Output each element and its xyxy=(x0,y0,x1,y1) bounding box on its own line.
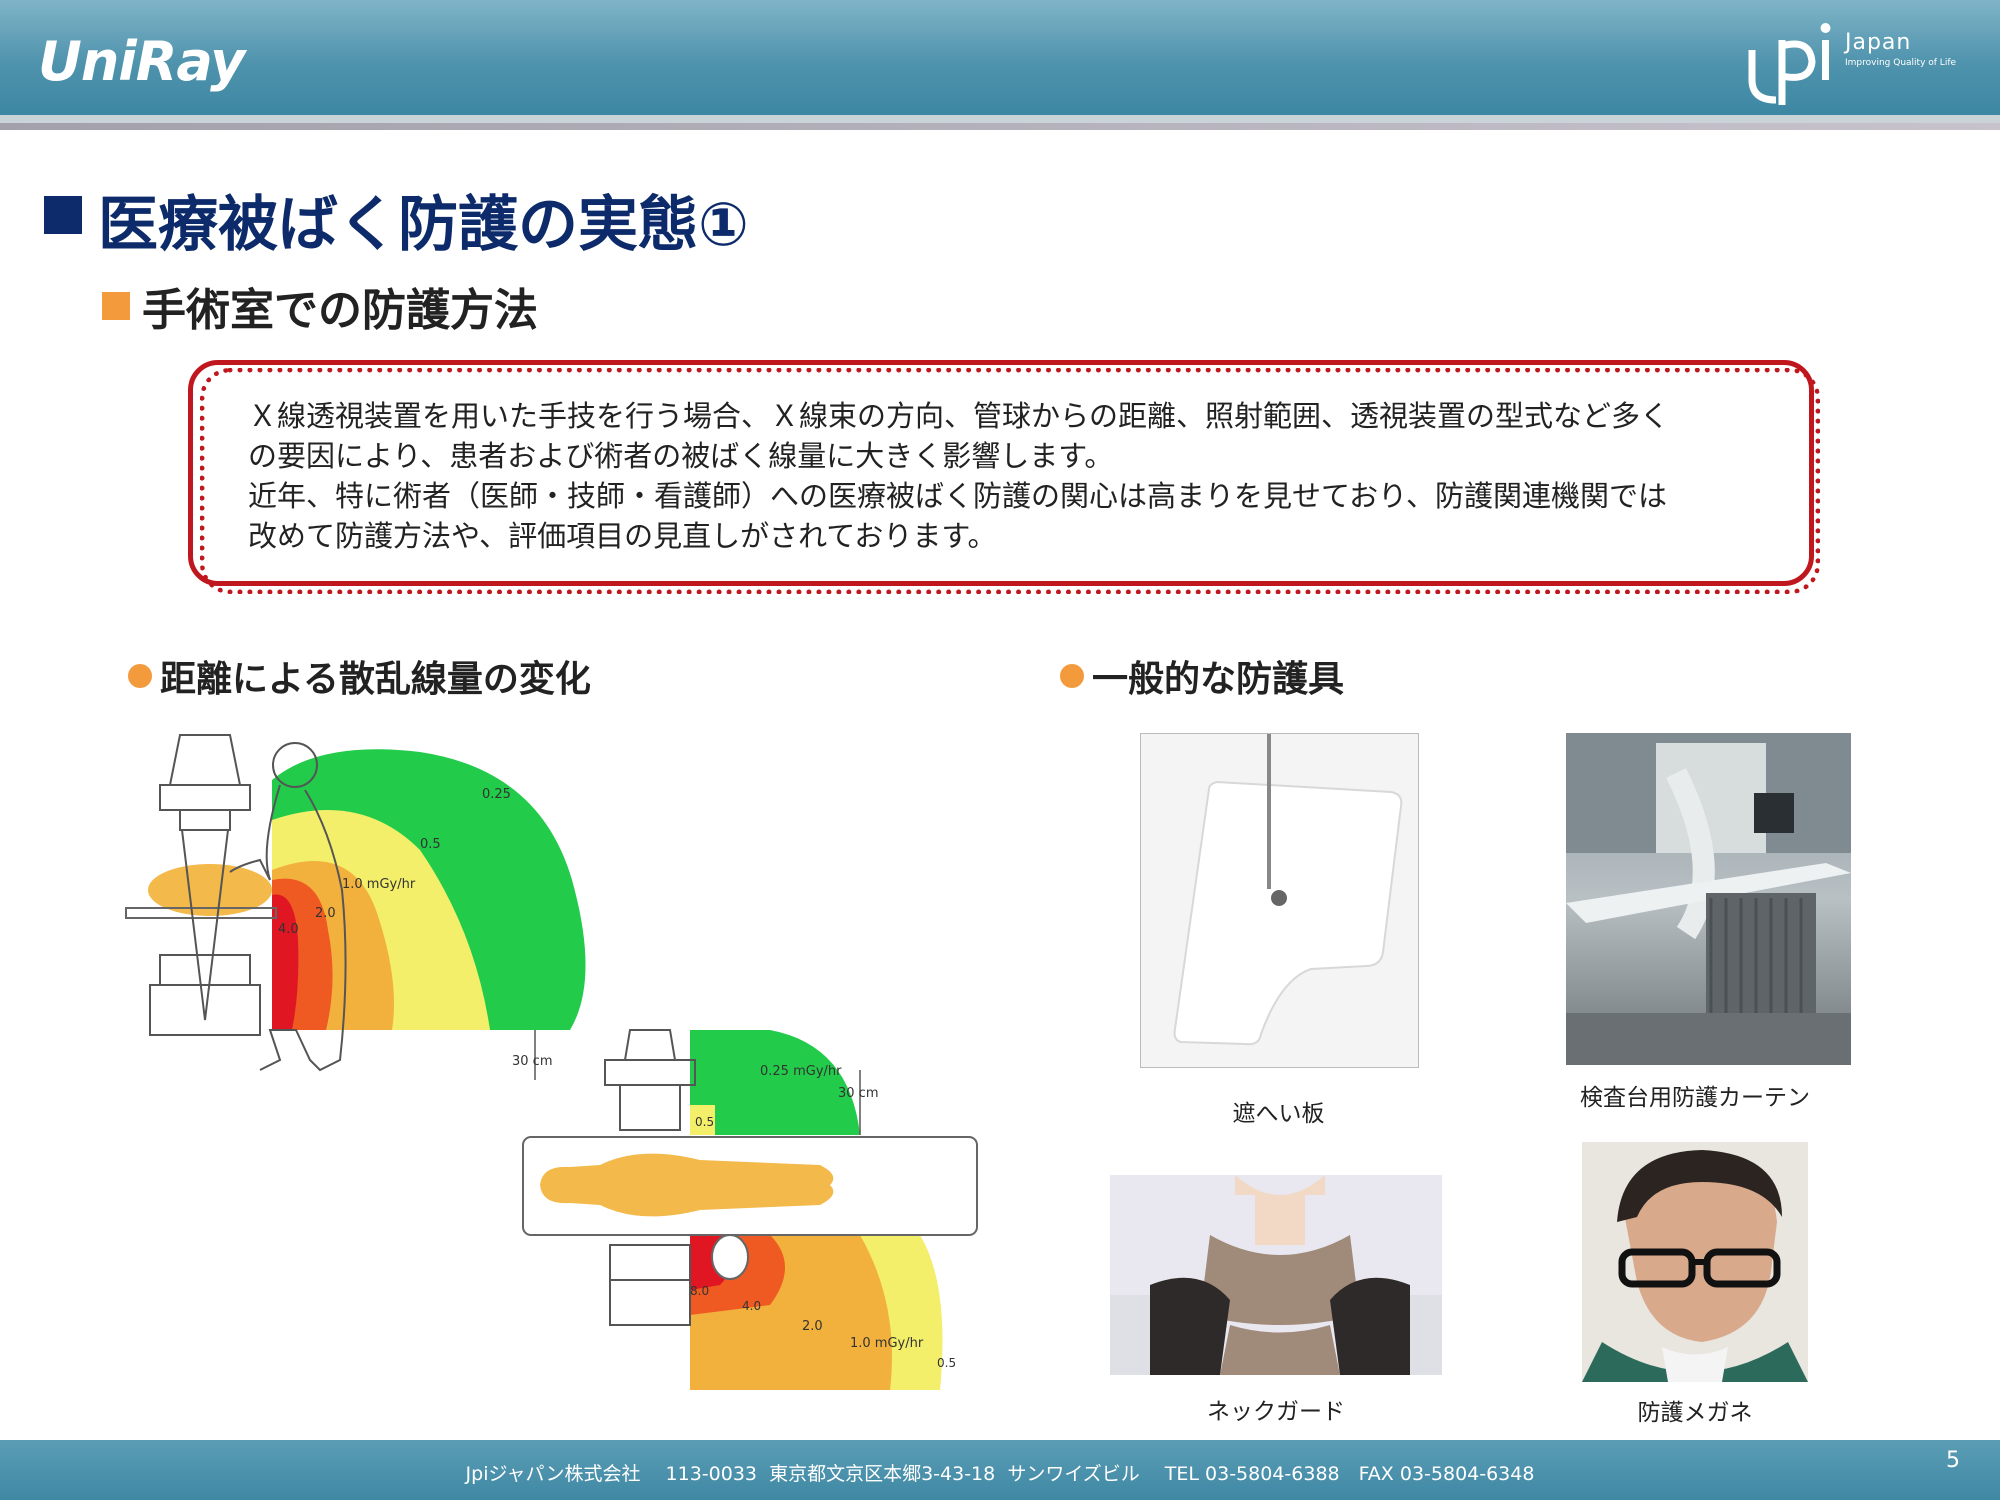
neck-guard-photo xyxy=(1110,1175,1442,1375)
callout-line: Ｘ線透視装置を用いた手技を行う場合、Ｘ線束の方向、管球からの距離、照射範囲、透視… xyxy=(248,399,1670,433)
label-top-0-5: 0.5 xyxy=(695,1115,714,1129)
jpi-logo-tagline: Improving Quality of Life xyxy=(1845,58,1957,68)
label-top-4-0: 4.0 xyxy=(742,1299,761,1313)
label-0-25: 0.25 xyxy=(482,787,511,802)
caption-neck-guard: ネックガード xyxy=(1207,1399,1345,1425)
protective-glasses-photo xyxy=(1582,1142,1808,1382)
label-top-2-0: 2.0 xyxy=(802,1319,823,1334)
label-2-0: 2.0 xyxy=(315,906,336,921)
title-square-bullet xyxy=(44,196,82,234)
label-1-0: 1.0 mGy/hr xyxy=(342,877,416,892)
label-top-0-5b: 0.5 xyxy=(937,1356,956,1370)
jpi-logo-word: Japan xyxy=(1845,30,1912,55)
header-stripe xyxy=(0,115,2000,123)
page-number: 5 xyxy=(1946,1448,1960,1473)
caption-shield-board: 遮へい板 xyxy=(1232,1101,1325,1127)
label-top-1-0: 1.0 mGy/hr xyxy=(850,1336,924,1351)
header-bar xyxy=(0,0,2000,115)
callout-line: 改めて防護方法や、評価項目の見直しがされております。 xyxy=(248,519,997,553)
label-4-0: 4.0 xyxy=(278,922,299,937)
callout-text: Ｘ線透視装置を用いた手技を行う場合、Ｘ線束の方向、管球からの距離、照射範囲、透視… xyxy=(248,396,1768,556)
section-title-scatter: 距離による散乱線量の変化 xyxy=(160,659,591,700)
head-icon xyxy=(711,1234,749,1280)
callout-line: の要因により、患者および術者の被ばく線量に大きく影響します。 xyxy=(248,439,1114,473)
zone-top-0-25 xyxy=(690,1030,860,1135)
subtitle-square-bullet xyxy=(102,292,130,320)
caption-table-curtain: 検査台用防護カーテン xyxy=(1580,1085,1810,1111)
page-title: 医療被ばく防護の実態① xyxy=(98,190,749,260)
section-bullet xyxy=(128,664,152,688)
label-0-5: 0.5 xyxy=(420,837,441,852)
section-bullet xyxy=(1060,664,1084,688)
page-subtitle: 手術室での防護方法 xyxy=(142,285,538,336)
footer-contact-text: Jpiジャパン株式会社 113-0033 東京都文京区本郷3-43-18 サンワ… xyxy=(465,1463,1535,1485)
callout-line: 近年、特に術者（医師・技師・看護師）への医療被ばく防護の関心は高まりを見せており… xyxy=(248,479,1667,513)
shield-board-photo xyxy=(1140,733,1419,1068)
uniray-logo: UniRay xyxy=(38,30,245,93)
table-curtain-photo xyxy=(1566,733,1851,1065)
caption-protective-glasses: 防護メガネ xyxy=(1637,1400,1753,1426)
tube-top-icon xyxy=(623,1029,677,1061)
scatter-top-view-diagram: 0.25 mGy/hr 0.5 30 cm 8.0 4.0 2.0 1.0 mG… xyxy=(522,1029,978,1390)
header-stripe xyxy=(0,123,2000,130)
detector-icon xyxy=(159,954,251,986)
section-title-protective-gear: 一般的な防護具 xyxy=(1092,659,1345,700)
label-top-30cm: 30 cm xyxy=(838,1086,879,1101)
x-ray-tube-icon xyxy=(168,734,242,786)
label-top-0-25: 0.25 mGy/hr xyxy=(760,1064,842,1079)
label-top-8-0: 8.0 xyxy=(690,1284,709,1298)
